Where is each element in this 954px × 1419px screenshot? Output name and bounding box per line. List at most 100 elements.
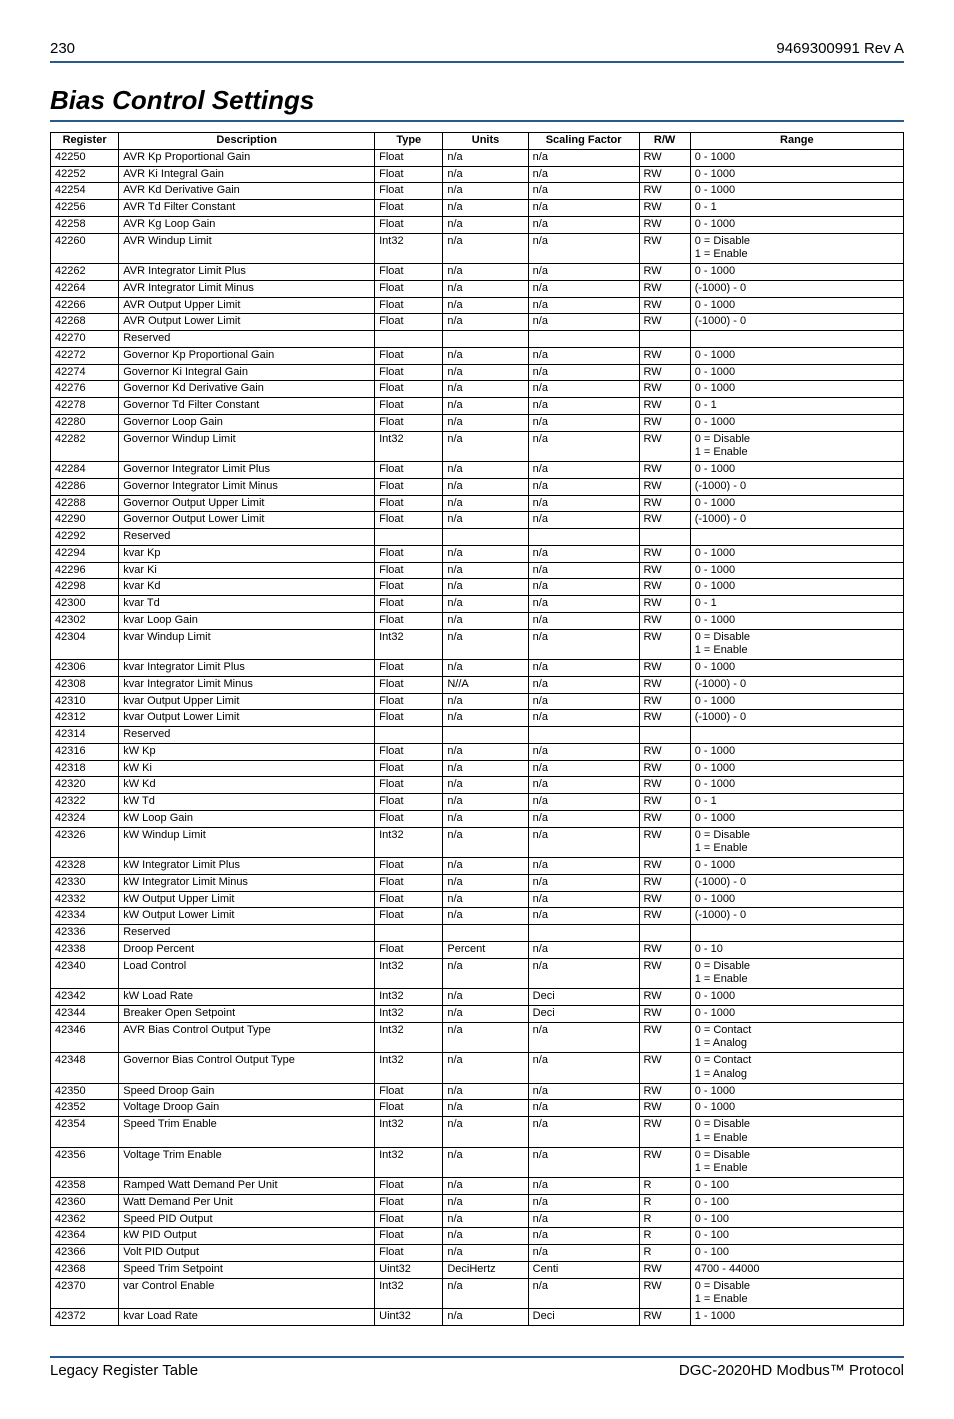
table-row: 42268AVR Output Lower LimitFloatn/an/aRW…	[51, 314, 904, 331]
cell-units: n/a	[443, 1147, 528, 1178]
cell-reg: 42338	[51, 941, 119, 958]
cell-units: n/a	[443, 149, 528, 166]
register-table: Register Description Type Units Scaling …	[50, 132, 904, 1326]
cell-type: Float	[375, 908, 443, 925]
cell-type: Float	[375, 660, 443, 677]
cell-range	[690, 727, 903, 744]
cell-units: Percent	[443, 941, 528, 958]
cell-reg: 42356	[51, 1147, 119, 1178]
cell-rw: RW	[639, 398, 690, 415]
table-row: 42266AVR Output Upper LimitFloatn/an/aRW…	[51, 297, 904, 314]
cell-units: n/a	[443, 874, 528, 891]
cell-type: Float	[375, 216, 443, 233]
cell-range: 0 - 1000	[690, 660, 903, 677]
cell-units: n/a	[443, 478, 528, 495]
cell-rw: RW	[639, 891, 690, 908]
cell-type: Float	[375, 1245, 443, 1262]
cell-rw: R	[639, 1194, 690, 1211]
cell-range: (-1000) - 0	[690, 710, 903, 727]
cell-range	[690, 925, 903, 942]
table-row: 42322kW TdFloatn/an/aRW0 - 1	[51, 794, 904, 811]
footer-right: DGC-2020HD Modbus™ Protocol	[679, 1362, 904, 1379]
table-row: 42280Governor Loop GainFloatn/an/aRW0 - …	[51, 414, 904, 431]
cell-units: n/a	[443, 1245, 528, 1262]
page-footer: Legacy Register Table DGC-2020HD Modbus™…	[50, 1356, 904, 1379]
cell-type: Float	[375, 794, 443, 811]
cell-desc: AVR Kg Loop Gain	[119, 216, 375, 233]
cell-scale: n/a	[528, 364, 639, 381]
table-row: 42314Reserved	[51, 727, 904, 744]
cell-type: Int32	[375, 958, 443, 989]
cell-units: n/a	[443, 794, 528, 811]
cell-units: n/a	[443, 314, 528, 331]
cell-reg: 42294	[51, 545, 119, 562]
table-row: 42330kW Integrator Limit MinusFloatn/an/…	[51, 874, 904, 891]
cell-scale: n/a	[528, 1022, 639, 1053]
table-row: 42306kvar Integrator Limit PlusFloatn/an…	[51, 660, 904, 677]
cell-desc: Governor Bias Control Output Type	[119, 1053, 375, 1084]
cell-rw: R	[639, 1245, 690, 1262]
table-row: 42254AVR Kd Derivative GainFloatn/an/aRW…	[51, 183, 904, 200]
cell-rw: RW	[639, 462, 690, 479]
cell-desc: kvar Integrator Limit Minus	[119, 676, 375, 693]
table-row: 42276Governor Kd Derivative GainFloatn/a…	[51, 381, 904, 398]
cell-type: Float	[375, 874, 443, 891]
cell-type: Float	[375, 612, 443, 629]
cell-scale: n/a	[528, 166, 639, 183]
cell-desc: kW Integrator Limit Minus	[119, 874, 375, 891]
col-rw: R/W	[639, 133, 690, 150]
table-row: 42342kW Load RateInt32n/aDeciRW0 - 1000	[51, 989, 904, 1006]
cell-reg: 42300	[51, 596, 119, 613]
cell-range: 0 - 1000	[690, 989, 903, 1006]
cell-type: Float	[375, 414, 443, 431]
cell-scale	[528, 529, 639, 546]
cell-units: n/a	[443, 512, 528, 529]
cell-type: Float	[375, 579, 443, 596]
table-row: 42338Droop PercentFloatPercentn/aRW0 - 1…	[51, 941, 904, 958]
col-type: Type	[375, 133, 443, 150]
cell-units: n/a	[443, 891, 528, 908]
cell-range: 0 - 10	[690, 941, 903, 958]
cell-range: 0 - 1000	[690, 381, 903, 398]
table-row: 42262AVR Integrator Limit PlusFloatn/an/…	[51, 264, 904, 281]
page-number: 230	[50, 40, 75, 57]
cell-scale: n/a	[528, 381, 639, 398]
cell-type: Uint32	[375, 1261, 443, 1278]
table-row: 42292Reserved	[51, 529, 904, 546]
cell-scale: n/a	[528, 462, 639, 479]
cell-desc: AVR Kd Derivative Gain	[119, 183, 375, 200]
cell-units	[443, 529, 528, 546]
cell-reg: 42348	[51, 1053, 119, 1084]
cell-reg: 42284	[51, 462, 119, 479]
cell-rw: RW	[639, 676, 690, 693]
cell-desc: Governor Output Upper Limit	[119, 495, 375, 512]
cell-rw: R	[639, 1211, 690, 1228]
cell-rw: R	[639, 1178, 690, 1195]
cell-reg: 42362	[51, 1211, 119, 1228]
cell-desc: Watt Demand Per Unit	[119, 1194, 375, 1211]
cell-scale: n/a	[528, 596, 639, 613]
cell-type: Float	[375, 858, 443, 875]
cell-scale: n/a	[528, 891, 639, 908]
cell-reg: 42320	[51, 777, 119, 794]
cell-desc: Reserved	[119, 529, 375, 546]
cell-type: Int32	[375, 1022, 443, 1053]
cell-scale: n/a	[528, 1228, 639, 1245]
cell-scale: n/a	[528, 1147, 639, 1178]
cell-range: 0 = Disable1 = Enable	[690, 1117, 903, 1148]
cell-range: 4700 - 44000	[690, 1261, 903, 1278]
table-row: 42288Governor Output Upper LimitFloatn/a…	[51, 495, 904, 512]
cell-scale: Deci	[528, 1309, 639, 1326]
table-row: 42346AVR Bias Control Output TypeInt32n/…	[51, 1022, 904, 1053]
cell-reg: 42268	[51, 314, 119, 331]
cell-scale: n/a	[528, 495, 639, 512]
cell-reg: 42302	[51, 612, 119, 629]
cell-type: Float	[375, 314, 443, 331]
cell-type: Float	[375, 1083, 443, 1100]
cell-units: n/a	[443, 693, 528, 710]
cell-desc: Reserved	[119, 331, 375, 348]
cell-reg: 42322	[51, 794, 119, 811]
table-row: 42264AVR Integrator Limit MinusFloatn/an…	[51, 280, 904, 297]
cell-units: n/a	[443, 1117, 528, 1148]
cell-type: Int32	[375, 1147, 443, 1178]
